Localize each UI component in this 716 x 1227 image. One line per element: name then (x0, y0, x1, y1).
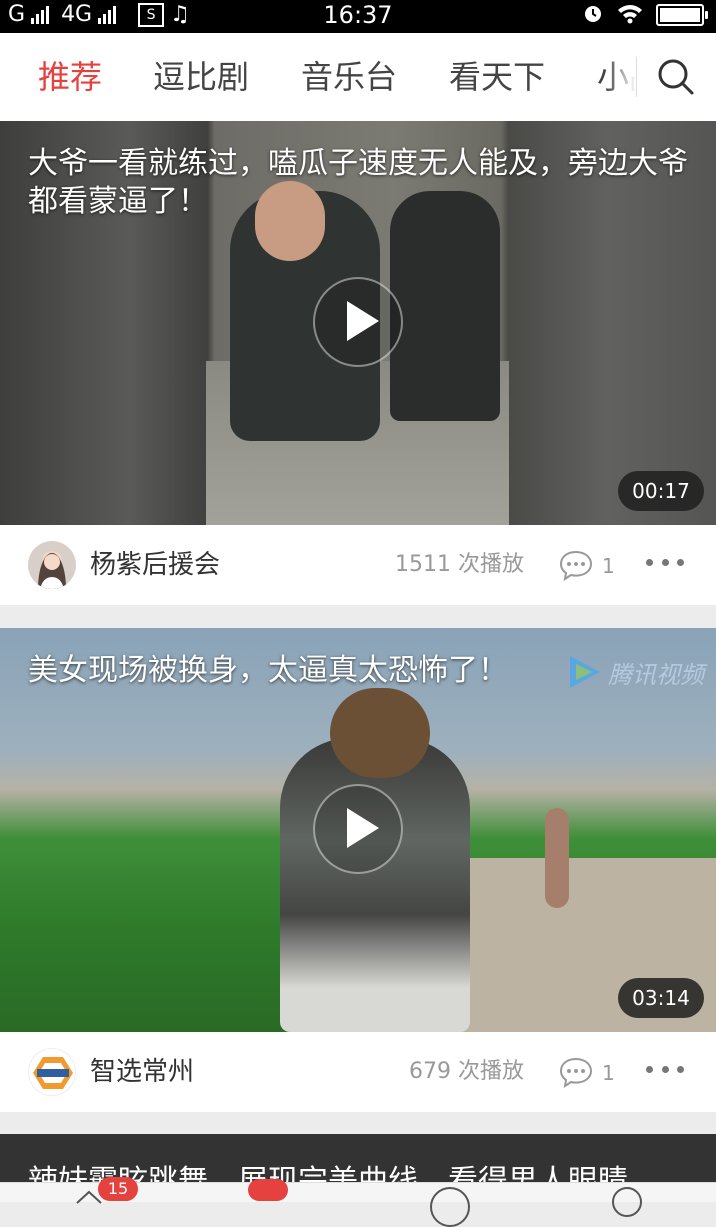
video-player[interactable]: 大爷一看就练过，嗑瓜子速度无人能及，旁边大爷都看蒙逼了！ 00:17 (0, 121, 716, 525)
avatar[interactable] (28, 541, 76, 589)
search-icon (658, 59, 694, 95)
comment-count: 1 (602, 1061, 615, 1085)
play-count: 1511 次播放 (395, 552, 524, 577)
video-meta-row: 杨紫后援会 1511 次播放 1 (0, 525, 716, 605)
status-bar: G 4G S ♫ 16:37 (0, 0, 716, 33)
video-player[interactable]: 美女现场被换身，太逼真太恐怖了！ 腾讯视频 03:14 (0, 628, 716, 1032)
thumbnail-figure (545, 808, 569, 908)
tencent-video-logo (570, 656, 600, 688)
alarm-icon (582, 2, 604, 28)
search-button[interactable] (606, 33, 716, 121)
more-icon[interactable] (646, 1066, 684, 1076)
watermark-text: 腾讯视频 (608, 660, 704, 689)
avatar[interactable] (28, 1048, 76, 1096)
category-tab-bar: 推荐 逗比剧 音乐台 看天下 小品 (0, 33, 716, 122)
video-card: 美女现场被换身，太逼真太恐怖了！ 腾讯视频 03:14 智选常州 679 次播放… (0, 628, 716, 1112)
video-card: 大爷一看就练过，嗑瓜子速度无人能及，旁边大爷都看蒙逼了！ 00:17 杨紫后援会… (0, 121, 716, 605)
comment-count: 1 (602, 554, 615, 578)
tab-comedy[interactable]: 逗比剧 (153, 33, 249, 121)
watermark: 腾讯视频 (564, 652, 704, 692)
thumbnail-figure (390, 191, 500, 421)
play-icon[interactable] (313, 277, 403, 367)
play-icon[interactable] (313, 784, 403, 874)
divider (636, 57, 637, 97)
bottom-nav: 15 (0, 1177, 716, 1227)
home-icon[interactable] (74, 1189, 104, 1205)
tab-world[interactable]: 看天下 (449, 33, 545, 121)
profile-icon[interactable] (612, 1187, 642, 1217)
author-name[interactable]: 杨紫后援会 (90, 525, 220, 605)
message-icon[interactable] (430, 1187, 470, 1227)
video-title[interactable]: 大爷一看就练过，嗑瓜子速度无人能及，旁边大爷都看蒙逼了！ (28, 145, 688, 221)
wifi-icon (616, 2, 644, 28)
duration-badge: 03:14 (618, 978, 704, 1018)
duration-badge: 00:17 (618, 471, 704, 511)
author-name[interactable]: 智选常州 (90, 1032, 194, 1112)
comment-icon[interactable] (558, 1056, 594, 1088)
thumbnail-figure-main (280, 738, 470, 1032)
more-icon[interactable] (646, 559, 684, 569)
battery-icon (656, 4, 708, 26)
thumbnail-head (330, 688, 430, 778)
badge-indicator (248, 1179, 288, 1201)
play-count: 679 次播放 (409, 1059, 524, 1084)
comment-icon[interactable] (558, 549, 594, 581)
tab-music[interactable]: 音乐台 (301, 33, 397, 121)
notification-badge: 15 (98, 1177, 138, 1201)
zhixuan-logo (33, 1057, 73, 1089)
video-meta-row: 智选常州 679 次播放 1 (0, 1032, 716, 1112)
tab-recommend[interactable]: 推荐 (38, 33, 102, 121)
